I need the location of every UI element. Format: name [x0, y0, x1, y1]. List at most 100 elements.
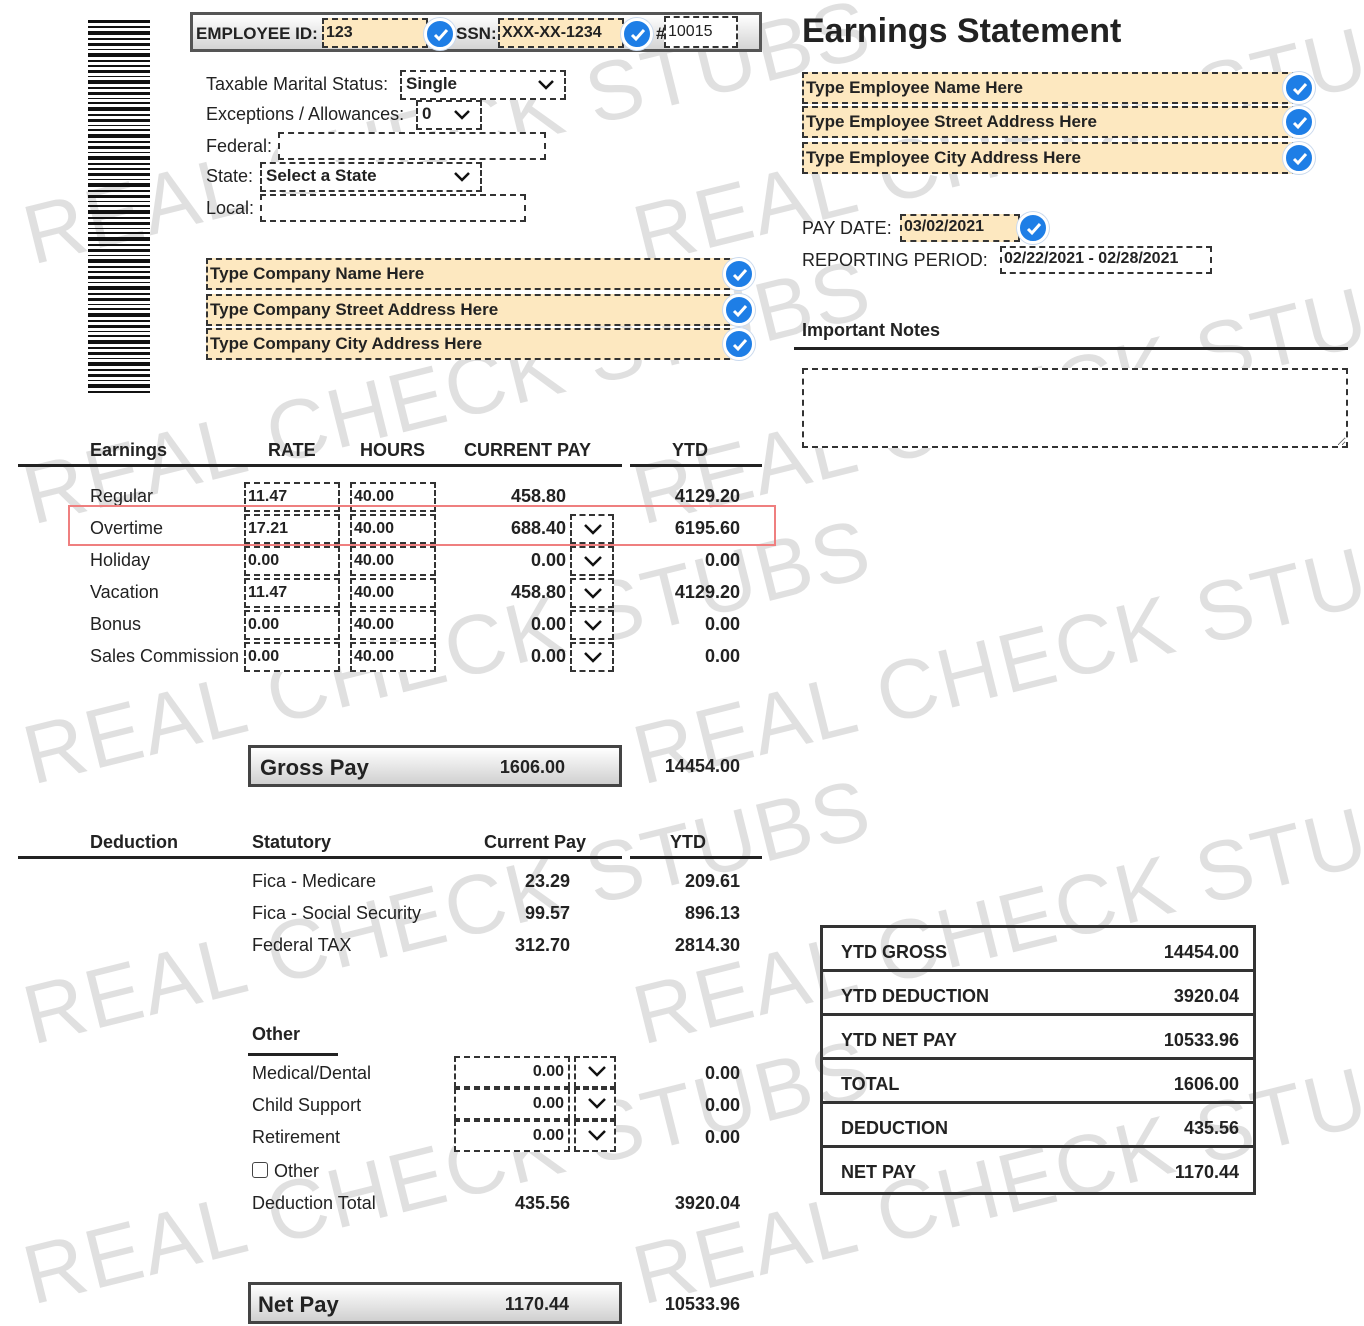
deduction-header: Deduction — [90, 832, 178, 852]
summary-value: 435.56 — [1183, 1118, 1239, 1138]
summary-row: DEDUCTION 435.56 — [823, 1104, 1253, 1148]
other-deduction-input[interactable]: 0.00 — [454, 1120, 570, 1152]
other-deduction-dropdown[interactable] — [574, 1088, 616, 1120]
statutory-current: 99.57 — [524, 903, 570, 923]
employee-name-field[interactable]: Type Employee Name Here — [802, 72, 1298, 104]
check-icon — [424, 18, 456, 50]
other-deduction-ytd: 0.00 — [704, 1063, 740, 1083]
earnings-header: Earnings — [90, 440, 168, 460]
marital-status-value: Single — [406, 74, 458, 93]
statutory-header: Statutory — [252, 832, 332, 852]
check-icon — [723, 328, 755, 360]
exceptions-value: 0 — [422, 104, 432, 123]
summary-row: YTD GROSS 14454.00 — [823, 928, 1253, 972]
ytd-value: 0.00 — [704, 614, 740, 634]
earning-label: Sales Commission — [90, 646, 240, 666]
ytd-value: 0.00 — [704, 550, 740, 570]
ssn-field[interactable]: XXX-XX-1234 — [498, 18, 624, 48]
chevron-down-icon — [584, 652, 602, 663]
federal-field[interactable] — [278, 132, 546, 160]
company-city-field[interactable]: Type Company City Address Here — [206, 328, 740, 360]
summary-label: YTD GROSS — [841, 942, 948, 962]
deduction-total-current: 435.56 — [514, 1193, 570, 1213]
other-deduction-ytd: 0.00 — [704, 1095, 740, 1115]
earning-label: Holiday — [90, 550, 151, 570]
check-icon — [1283, 106, 1315, 138]
watermark-text: REAL CHECK STUBS — [14, 760, 881, 1063]
reporting-period-field[interactable]: 02/22/2021 - 02/28/2021 — [1000, 246, 1212, 274]
state-select[interactable]: Select a State — [260, 162, 482, 192]
check-number-field[interactable]: 10015 — [664, 16, 738, 48]
pay-date-field[interactable]: 03/02/2021 — [900, 214, 1020, 242]
current-pay-dropdown[interactable] — [570, 642, 614, 672]
check-icon — [621, 18, 653, 50]
other-checkbox[interactable] — [252, 1162, 268, 1178]
current-pay-dropdown[interactable] — [570, 546, 614, 576]
earnings-divider — [18, 464, 622, 467]
employee-id-field[interactable]: 123 — [322, 18, 428, 48]
notes-divider — [794, 347, 1348, 350]
employee-id-label: EMPLOYEE ID: — [196, 24, 318, 43]
gross-pay-box: Gross Pay 1606.00 — [248, 745, 622, 787]
summary-label: YTD NET PAY — [841, 1030, 958, 1050]
other-deduction-input[interactable]: 0.00 — [454, 1056, 570, 1088]
current-pay-value: 0.00 — [530, 550, 566, 570]
deduction-total-ytd: 3920.04 — [674, 1193, 740, 1213]
earning-label: Bonus — [90, 614, 142, 634]
chevron-down-icon — [588, 1098, 606, 1109]
summary-label: TOTAL — [841, 1074, 900, 1094]
earnings-ytd-divider — [630, 464, 762, 467]
statutory-label: Fica - Medicare — [252, 871, 377, 891]
important-notes-textarea[interactable] — [802, 368, 1348, 448]
local-field[interactable] — [260, 194, 526, 222]
statutory-current: 312.70 — [514, 935, 570, 955]
company-name-field[interactable]: Type Company Name Here — [206, 258, 740, 290]
chevron-down-icon — [454, 110, 470, 120]
statement-title: Earnings Statement — [802, 12, 1122, 50]
employee-street-field[interactable]: Type Employee Street Address Here — [802, 106, 1298, 138]
gross-pay-label: Gross Pay — [260, 755, 369, 780]
statutory-ytd: 2814.30 — [674, 935, 740, 955]
state-label: State: — [206, 166, 254, 186]
summary-table: YTD GROSS 14454.00 YTD DEDUCTION 3920.04… — [820, 925, 1256, 1195]
marital-status-select[interactable]: Single — [400, 70, 566, 100]
rate-input[interactable]: 0.00 — [244, 610, 340, 640]
other-deduction-label: Child Support — [252, 1095, 362, 1115]
ytd-value: 4129.20 — [674, 486, 740, 506]
rate-input[interactable]: 11.47 — [244, 578, 340, 608]
chevron-down-icon — [588, 1066, 606, 1077]
chevron-down-icon — [588, 1130, 606, 1141]
hours-input[interactable]: 40.00 — [350, 610, 436, 640]
other-header: Other — [252, 1024, 301, 1044]
company-street-field[interactable]: Type Company Street Address Here — [206, 294, 740, 326]
deduction-total-label: Deduction Total — [252, 1193, 376, 1213]
chevron-down-icon — [538, 80, 554, 90]
statutory-label: Federal TAX — [252, 935, 352, 955]
summary-row: YTD DEDUCTION 3920.04 — [823, 972, 1253, 1016]
important-notes-label: Important Notes — [802, 320, 941, 340]
hours-input[interactable]: 40.00 — [350, 546, 436, 576]
exceptions-select[interactable]: 0 — [416, 100, 482, 130]
other-deduction-dropdown[interactable] — [574, 1120, 616, 1152]
barcode-image — [88, 20, 150, 393]
rate-input[interactable]: 0.00 — [244, 546, 340, 576]
current-pay-dropdown[interactable] — [570, 578, 614, 608]
rate-input[interactable]: 0.00 — [244, 642, 340, 672]
summary-value: 1170.44 — [1174, 1162, 1239, 1182]
other-deduction-label: Retirement — [252, 1127, 341, 1147]
ytd-header: YTD — [672, 440, 708, 460]
other-deduction-dropdown[interactable] — [574, 1056, 616, 1088]
hours-input[interactable]: 40.00 — [350, 578, 436, 608]
ytd-value: 4129.20 — [674, 582, 740, 602]
other-deduction-input[interactable]: 0.00 — [454, 1088, 570, 1120]
employee-city-field[interactable]: Type Employee City Address Here — [802, 142, 1298, 174]
hours-input[interactable]: 40.00 — [350, 642, 436, 672]
check-icon — [723, 294, 755, 326]
earning-label: Regular — [90, 486, 154, 506]
current-pay-dropdown[interactable] — [570, 610, 614, 640]
check-icon — [1283, 142, 1315, 174]
chevron-down-icon — [454, 172, 470, 182]
earning-label: Vacation — [90, 582, 159, 602]
statutory-current: 23.29 — [524, 871, 570, 891]
chevron-down-icon — [584, 620, 602, 631]
